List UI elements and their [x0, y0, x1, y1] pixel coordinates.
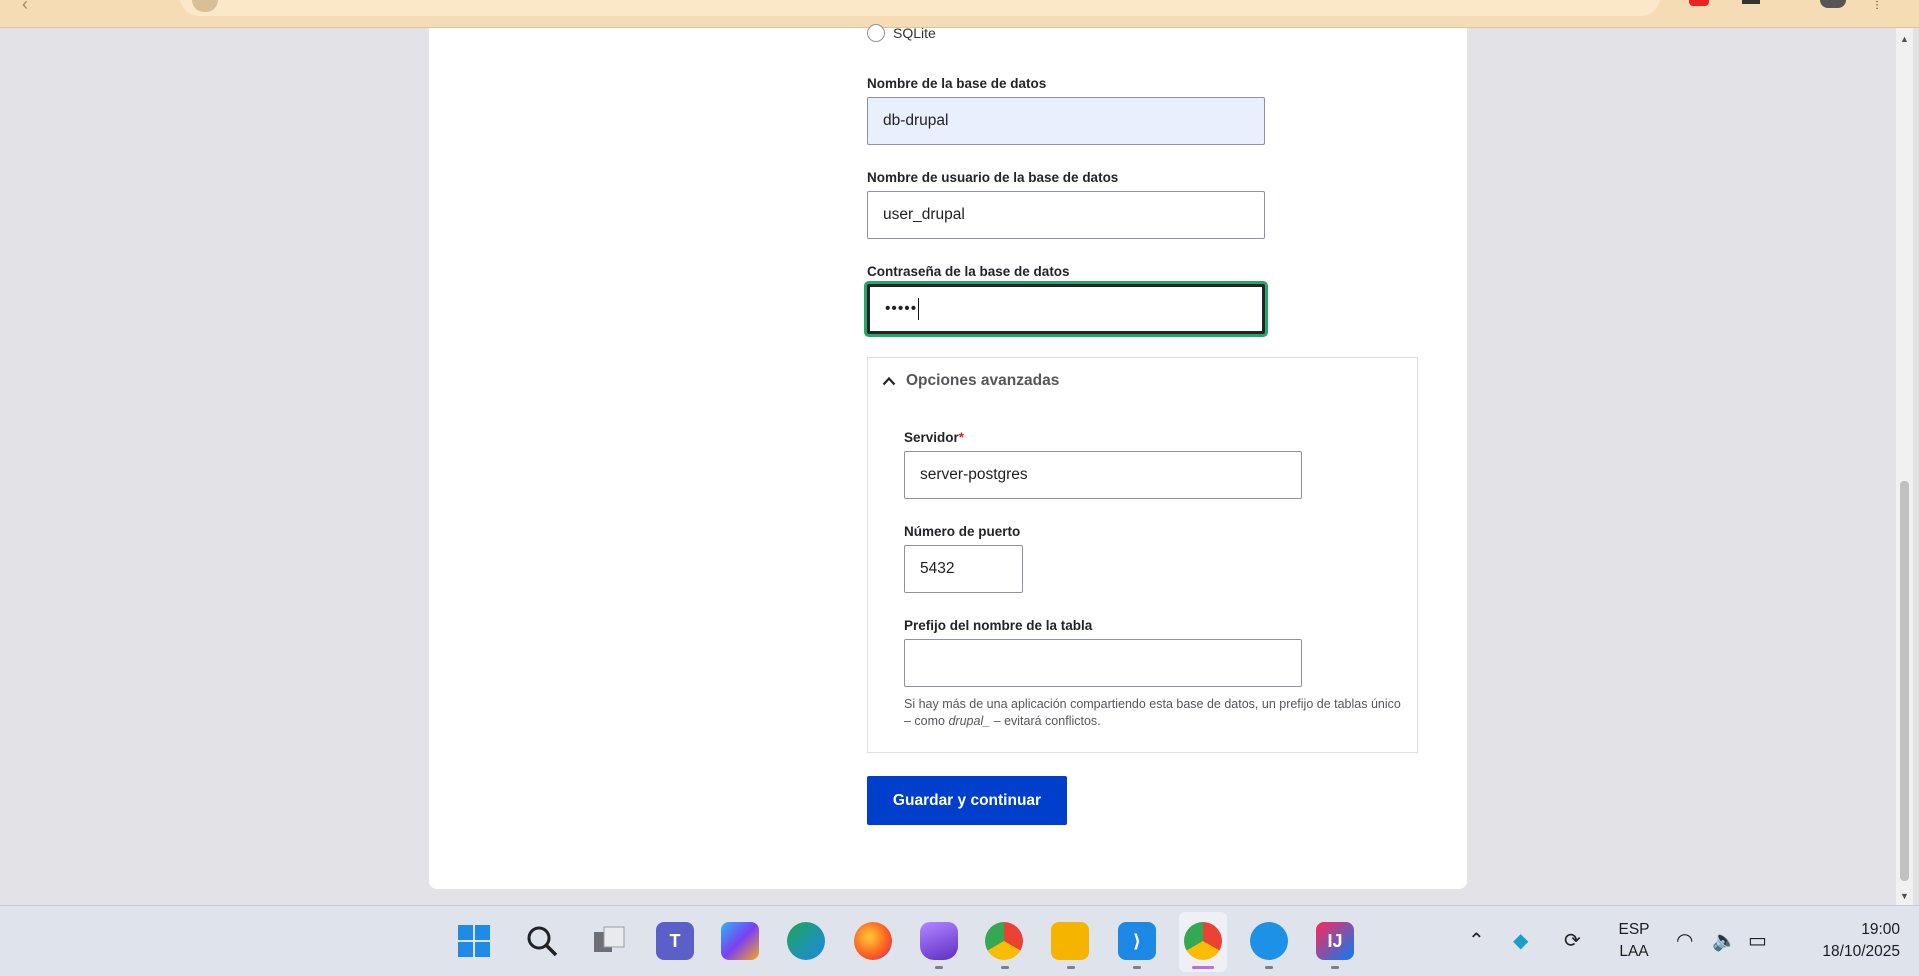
db-user-input[interactable]: user_drupal [867, 191, 1265, 239]
clock-time: 19:00 [1861, 921, 1900, 938]
db-name-label: Nombre de la base de datos [867, 76, 1047, 91]
profile-avatar-icon[interactable] [1820, 0, 1846, 8]
scroll-down-arrow-icon[interactable]: ▼ [1900, 891, 1909, 901]
app-running-indicator [1133, 966, 1141, 969]
advanced-options-toggle[interactable]: Opciones avanzadas [882, 372, 1059, 390]
menu-icon[interactable]: ⋮ [1872, 0, 1882, 11]
app-running-indicator [1001, 966, 1009, 969]
prefix-example: drupal_ [948, 714, 991, 728]
back-arrow-icon[interactable]: ‹ [22, 0, 28, 15]
docker-icon[interactable] [1250, 922, 1288, 960]
task-view-icon[interactable] [590, 922, 628, 960]
required-marker: * [958, 430, 965, 445]
app-active-indicator [1192, 966, 1214, 969]
db-password-input[interactable]: ••••• [867, 284, 1265, 334]
table-prefix-label: Prefijo del nombre de la tabla [904, 618, 1093, 633]
page-scrollbar[interactable]: ▲ ▼ [1896, 28, 1913, 905]
db-type-sqlite-option[interactable]: SQLite [867, 24, 936, 42]
address-bar[interactable] [180, 0, 1660, 16]
port-value: 5432 [920, 560, 955, 577]
db-user-value: user_drupal [883, 206, 965, 223]
language-indicator[interactable]: ESP LAA [1614, 919, 1654, 963]
copilot-icon[interactable] [721, 922, 759, 960]
keyboard-layout: LAA [1619, 943, 1649, 960]
volume-icon[interactable]: 🔈 [1712, 928, 1737, 953]
scroll-up-arrow-icon[interactable]: ▲ [1900, 34, 1909, 44]
edge-icon[interactable] [787, 922, 825, 960]
host-input[interactable]: server-postgres [904, 451, 1302, 499]
chrome-icon[interactable] [1184, 922, 1222, 960]
teams-icon[interactable]: T [656, 922, 694, 960]
text-caret [918, 298, 920, 320]
windows-icon[interactable] [455, 922, 493, 960]
vscode-icon[interactable]: ⟩ [1118, 922, 1156, 960]
db-password-value: ••••• [885, 300, 918, 317]
host-value: server-postgres [920, 466, 1028, 483]
radio-label: SQLite [893, 25, 936, 41]
table-prefix-help: Si hay más de una aplicación compartiend… [904, 697, 1401, 728]
battery-icon[interactable]: ▭ [1748, 928, 1767, 953]
language-code: ESP [1618, 921, 1650, 938]
scroll-thumb[interactable] [1900, 481, 1909, 881]
db-name-input[interactable]: db-drupal [867, 97, 1265, 145]
chevron-up-icon[interactable]: ⌃ [1468, 928, 1485, 953]
advanced-options-label: Opciones avanzadas [906, 372, 1060, 389]
wifi-icon[interactable]: ◠ [1676, 928, 1693, 953]
obsidian-icon[interactable] [920, 922, 958, 960]
app-running-indicator [1067, 966, 1075, 969]
clock-date: 18/10/2025 [1822, 943, 1900, 960]
port-label: Número de puerto [904, 524, 1021, 539]
vpn-shield-icon[interactable]: ◆ [1513, 928, 1528, 953]
sync-icon[interactable]: ⟳ [1564, 928, 1581, 953]
db-password-label: Contraseña de la base de datos [867, 264, 1070, 279]
taskbar: T ⟩ IJ ⌃ ◆ ⟳ ESP LAA ◠ 🔈 ▭ 19:00 18/10/2… [0, 905, 1919, 976]
db-user-label: Nombre de usuario de la base de datos [867, 170, 1119, 185]
clock[interactable]: 19:00 18/10/2025 [1790, 919, 1900, 963]
db-name-value: db-drupal [883, 112, 949, 129]
folder-icon[interactable] [1051, 922, 1089, 960]
port-input[interactable]: 5432 [904, 545, 1023, 593]
host-label: Servidor* [904, 430, 965, 445]
app-running-indicator [935, 966, 943, 969]
extension-icon[interactable] [1689, 0, 1709, 6]
chrome-icon[interactable] [985, 922, 1023, 960]
intellij-icon[interactable]: IJ [1316, 922, 1354, 960]
table-prefix-input[interactable] [904, 639, 1302, 687]
radio-button[interactable] [867, 24, 885, 42]
app-running-indicator [1265, 966, 1273, 969]
firefox-icon[interactable] [854, 922, 892, 960]
extension-icon[interactable] [1742, 0, 1760, 4]
save-and-continue-button[interactable]: Guardar y continuar [867, 776, 1067, 825]
search-icon[interactable] [523, 922, 561, 960]
app-running-indicator [1331, 966, 1339, 969]
chevron-up-icon [882, 373, 896, 391]
browser-toolbar: ‹ ⋮ [0, 0, 1919, 28]
